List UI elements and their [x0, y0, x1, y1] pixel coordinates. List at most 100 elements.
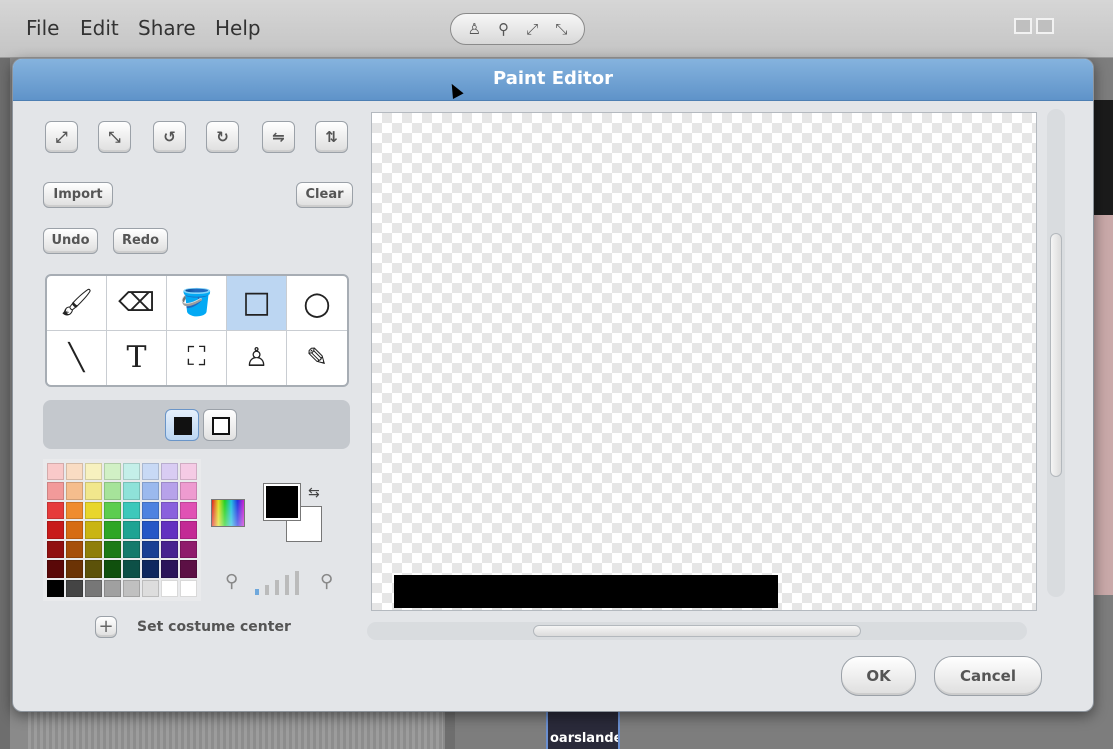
ellipse-tool[interactable]: ○ — [287, 276, 347, 331]
palette-color-swatch[interactable] — [85, 463, 102, 481]
palette-color-swatch[interactable] — [123, 501, 140, 520]
palette-color-swatch[interactable] — [66, 560, 83, 578]
vertical-scroll-thumb[interactable] — [1050, 233, 1062, 477]
palette-color-swatch[interactable] — [180, 521, 197, 539]
palette-color-swatch[interactable] — [85, 540, 102, 559]
flip-vertical-button[interactable]: ⇅ — [315, 121, 348, 153]
palette-color-swatch[interactable] — [66, 540, 83, 559]
palette-color-swatch[interactable] — [123, 463, 140, 481]
palette-color-swatch[interactable] — [123, 482, 140, 500]
foreground-color-swatch[interactable] — [263, 483, 301, 521]
import-button[interactable]: Import — [43, 182, 113, 208]
palette-color-swatch[interactable] — [142, 482, 159, 500]
line-tool[interactable]: ╲ — [47, 330, 107, 385]
palette-color-swatch[interactable] — [104, 560, 121, 578]
palette-color-swatch[interactable] — [161, 560, 178, 578]
palette-color-swatch[interactable] — [47, 521, 64, 539]
palette-color-swatch[interactable] — [180, 501, 197, 520]
palette-color-swatch[interactable] — [47, 482, 64, 500]
palette-color-swatch[interactable] — [104, 579, 121, 597]
palette-color-swatch[interactable] — [47, 579, 64, 597]
palette-color-swatch[interactable] — [142, 579, 159, 597]
vertical-scrollbar[interactable] — [1047, 109, 1065, 597]
palette-color-swatch[interactable] — [66, 501, 83, 520]
rotate-ccw-button[interactable]: ↺ — [153, 121, 186, 153]
zoom-level-bar[interactable] — [295, 571, 299, 595]
paintbrush-tool[interactable]: 🖌 — [47, 276, 107, 331]
zoom-level-bar[interactable] — [255, 589, 259, 595]
palette-color-swatch[interactable] — [142, 463, 159, 481]
palette-color-swatch[interactable] — [161, 482, 178, 500]
palette-color-swatch[interactable] — [47, 540, 64, 559]
palette-color-swatch[interactable] — [161, 540, 178, 559]
palette-color-swatch[interactable] — [161, 579, 178, 597]
palette-color-swatch[interactable] — [47, 560, 64, 578]
palette-color-swatch[interactable] — [161, 501, 178, 520]
zoom-level-bar[interactable] — [265, 585, 269, 595]
palette-color-swatch[interactable] — [161, 521, 178, 539]
palette-color-swatch[interactable] — [142, 540, 159, 559]
filled-shape-option[interactable] — [165, 409, 199, 441]
zoom-out-icon[interactable]: ⚲ — [225, 571, 238, 592]
palette-color-swatch[interactable] — [85, 482, 102, 500]
zoom-in-icon[interactable]: ⚲ — [320, 571, 333, 592]
palette-color-swatch[interactable] — [66, 482, 83, 500]
grow-icon[interactable]: ⤢ — [526, 20, 538, 38]
small-stage-icon[interactable] — [1014, 18, 1032, 34]
rectangle-tool[interactable]: □ — [227, 276, 287, 331]
palette-color-swatch[interactable] — [123, 579, 140, 597]
palette-color-swatch[interactable] — [123, 540, 140, 559]
undo-button[interactable]: Undo — [43, 228, 98, 254]
zoom-level-bar[interactable] — [275, 580, 279, 595]
dialog-titlebar[interactable]: Paint Editor — [13, 59, 1093, 101]
wand-icon[interactable]: ⚲ — [498, 20, 509, 38]
palette-color-swatch[interactable] — [104, 540, 121, 559]
menu-share[interactable]: Share — [138, 16, 196, 40]
color-picker-icon[interactable] — [211, 499, 245, 527]
swap-colors-icon[interactable]: ⇆ — [308, 485, 320, 501]
palette-color-swatch[interactable] — [85, 579, 102, 597]
shrink-icon[interactable]: ⤡ — [555, 20, 567, 38]
palette-color-swatch[interactable] — [180, 579, 197, 597]
select-tool[interactable]: ⛶ — [167, 330, 227, 385]
palette-color-swatch[interactable] — [104, 501, 121, 520]
text-tool[interactable]: T — [107, 330, 167, 385]
palette-color-swatch[interactable] — [47, 463, 64, 481]
palette-color-swatch[interactable] — [142, 521, 159, 539]
stamp-tool[interactable]: ♙ — [227, 330, 287, 385]
stamp-icon[interactable]: ♙ — [468, 20, 481, 38]
palette-color-swatch[interactable] — [66, 521, 83, 539]
grow-button[interactable]: ⤢ — [45, 121, 78, 153]
palette-color-swatch[interactable] — [123, 560, 140, 578]
palette-color-swatch[interactable] — [180, 560, 197, 578]
palette-color-swatch[interactable] — [85, 560, 102, 578]
zoom-level-bar[interactable] — [285, 575, 289, 595]
paint-canvas[interactable] — [371, 112, 1037, 611]
normal-stage-icon[interactable] — [1036, 18, 1054, 34]
palette-color-swatch[interactable] — [123, 521, 140, 539]
clear-button[interactable]: Clear — [296, 182, 353, 208]
palette-color-swatch[interactable] — [104, 521, 121, 539]
cancel-button[interactable]: Cancel — [934, 656, 1042, 696]
palette-color-swatch[interactable] — [104, 482, 121, 500]
palette-color-swatch[interactable] — [85, 521, 102, 539]
rotate-cw-button[interactable]: ↻ — [206, 121, 239, 153]
palette-color-swatch[interactable] — [142, 501, 159, 520]
palette-color-swatch[interactable] — [180, 463, 197, 481]
palette-color-swatch[interactable] — [47, 501, 64, 520]
set-center-plus-icon[interactable]: + — [95, 616, 117, 638]
redo-button[interactable]: Redo — [113, 228, 168, 254]
palette-color-swatch[interactable] — [142, 560, 159, 578]
palette-color-swatch[interactable] — [66, 579, 83, 597]
menu-help[interactable]: Help — [215, 16, 261, 40]
palette-color-swatch[interactable] — [180, 482, 197, 500]
eraser-tool[interactable]: ⌫ — [107, 276, 167, 331]
ok-button[interactable]: OK — [841, 656, 916, 696]
palette-color-swatch[interactable] — [66, 463, 83, 481]
fill-bucket-tool[interactable]: 🪣 — [167, 276, 227, 331]
outlined-shape-option[interactable] — [203, 409, 237, 441]
horizontal-scroll-thumb[interactable] — [533, 625, 861, 637]
palette-color-swatch[interactable] — [180, 540, 197, 559]
shrink-button[interactable]: ⤡ — [98, 121, 131, 153]
palette-color-swatch[interactable] — [85, 501, 102, 520]
